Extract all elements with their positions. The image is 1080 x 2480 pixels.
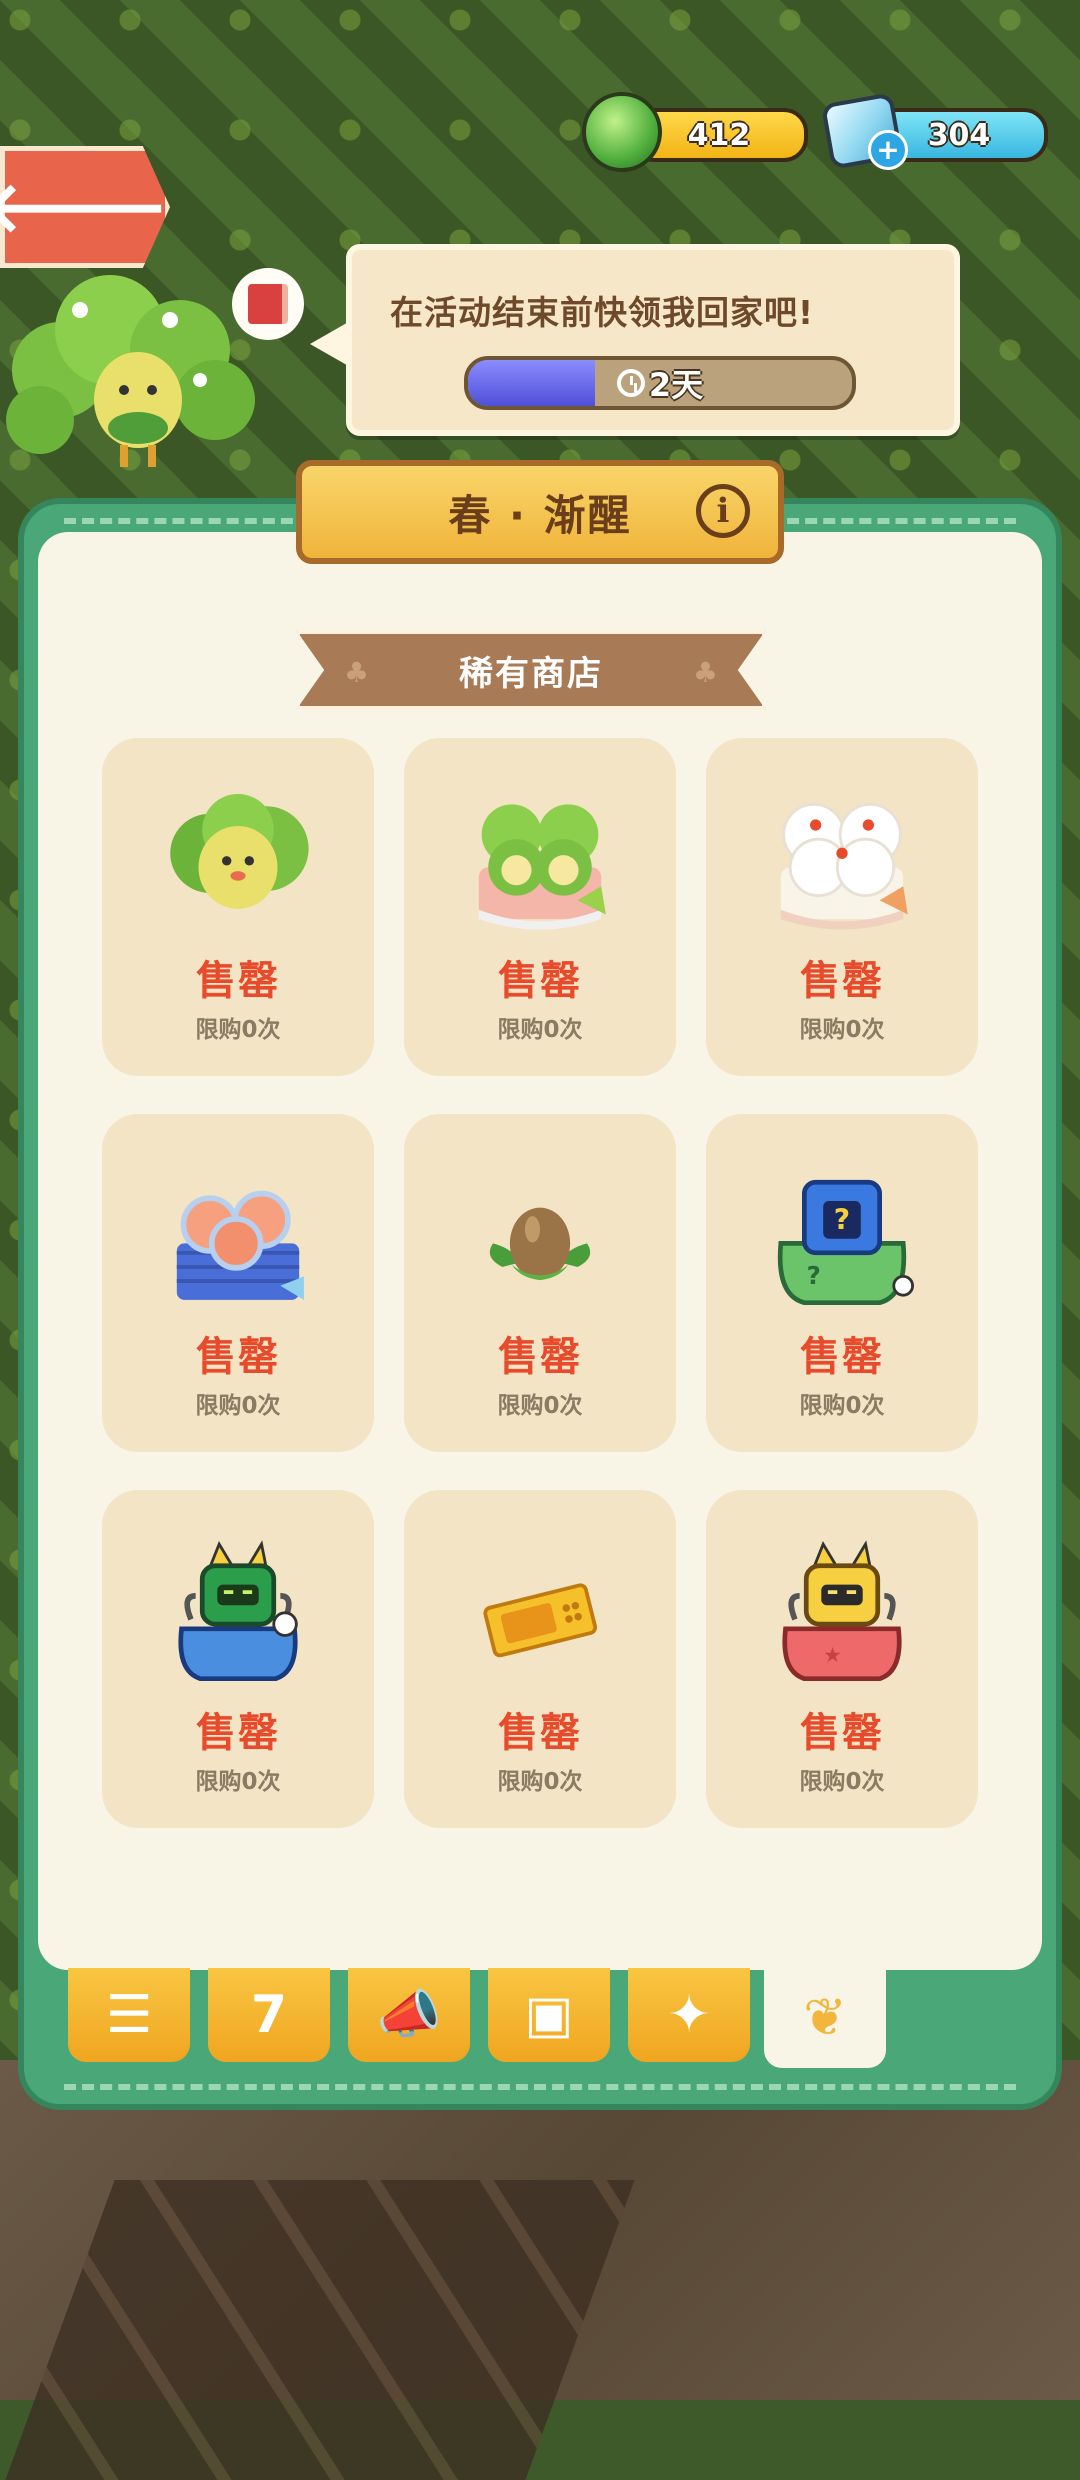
list-icon: ☰	[105, 1985, 153, 2045]
shop-item-card[interactable]: ★ 售罄限购0次	[706, 1490, 978, 1828]
sold-out-label: 售罄	[196, 1710, 280, 1756]
event-timer-label: 2天	[468, 360, 852, 406]
purchase-limit-label: 限购0次	[195, 1769, 281, 1795]
mystery-gift-bag-icon: ??	[777, 1179, 914, 1306]
gem-value: 304	[927, 117, 991, 153]
event-timer-bar: 2天	[464, 356, 856, 410]
sold-out-label: 售罄	[800, 1710, 884, 1756]
shop-title-ribbon: ♣ 稀有商店 ♣	[296, 630, 766, 710]
purchase-limit-label: 限购0次	[497, 1393, 583, 1419]
game-background-floor	[0, 2060, 1080, 2400]
sold-out-label: 售罄	[498, 1334, 582, 1380]
cards-icon: ▣	[524, 1985, 574, 2045]
tab-gift[interactable]: ✦	[628, 1968, 750, 2062]
svg-text:?: ?	[807, 1261, 821, 1290]
back-arrow-icon: 🡐	[0, 166, 169, 248]
mascot-chick	[94, 352, 182, 467]
sold-out-label: 售罄	[800, 1334, 884, 1380]
hazelnut-icon	[489, 1207, 591, 1281]
tab-cards[interactable]: ▣	[488, 1968, 610, 2062]
panel-stitch-bottom	[64, 2084, 1016, 2090]
shop-item-card[interactable]: 售罄限购0次	[404, 1490, 676, 1828]
purchase-limit-label: 限购0次	[497, 1017, 583, 1043]
tab-leaf[interactable]: ❦	[764, 1968, 886, 2068]
add-gems-button[interactable]: +	[868, 130, 908, 170]
purchase-limit-label: 限购0次	[195, 1393, 281, 1419]
peach-fruit-basket-icon	[176, 1190, 304, 1300]
shop-item-card[interactable]: 售罄限购0次	[404, 738, 676, 1076]
tab-list[interactable]: ☰	[68, 1968, 190, 2062]
svg-text:★: ★	[823, 1643, 842, 1667]
gift-icon: ✦	[667, 1985, 711, 2045]
shop-item-card[interactable]: 售罄限购0次	[102, 1114, 374, 1452]
event-title: 春 · 渐醒	[448, 490, 632, 540]
calendar-icon: 7	[250, 1985, 288, 2045]
shop-item-card[interactable]: 售罄限购0次	[404, 1114, 676, 1452]
sold-out-label: 售罄	[498, 1710, 582, 1756]
golden-ticket-icon	[483, 1583, 598, 1658]
green-bush-chick-icon	[170, 794, 309, 909]
white-bush-chick-bundle-icon	[780, 802, 908, 930]
svg-text:?: ?	[834, 1203, 850, 1236]
speech-message: 在活动结束前快领我回家吧!	[390, 293, 815, 332]
shop-title: 稀有商店	[459, 653, 603, 694]
info-icon[interactable]: i	[696, 484, 750, 538]
story-book-button[interactable]	[232, 268, 304, 340]
sold-out-label: 售罄	[498, 958, 582, 1004]
event-title-banner: 春 · 渐醒 i	[296, 460, 784, 564]
shop-item-card[interactable]: 售罄限购0次	[706, 738, 978, 1076]
purchase-limit-label: 限购0次	[497, 1769, 583, 1795]
shop-item-card[interactable]: 售罄限购0次	[102, 738, 374, 1076]
leaf-icon: ❦	[803, 1988, 847, 2048]
event-timer-text: 2天	[648, 366, 704, 404]
clover-icon: ♣	[692, 656, 718, 689]
clover-icon: ♣	[344, 656, 370, 689]
blue-robot-cat-bag-icon	[178, 1540, 298, 1682]
shop-item-card[interactable]: 售罄限购0次	[102, 1490, 374, 1828]
tab-megaphone[interactable]: 📣	[348, 1968, 470, 2062]
purchase-limit-label: 限购0次	[195, 1017, 281, 1043]
book-icon	[248, 284, 288, 324]
shop-item-card[interactable]: ?? 售罄限购0次	[706, 1114, 978, 1452]
sold-out-label: 售罄	[196, 958, 280, 1004]
purchase-limit-label: 限购0次	[799, 1017, 885, 1043]
clock-icon	[616, 369, 645, 397]
coin-icon	[582, 92, 662, 172]
speech-bubble: 在活动结束前快领我回家吧! 2天	[310, 244, 960, 436]
red-robot-cat-bag-icon: ★	[782, 1540, 902, 1682]
coin-value: 412	[687, 117, 751, 153]
green-bush-chick-bundle-icon	[478, 804, 606, 930]
purchase-limit-label: 限购0次	[799, 1393, 885, 1419]
sold-out-label: 售罄	[800, 958, 884, 1004]
purchase-limit-label: 限购0次	[799, 1769, 885, 1795]
tab-calendar[interactable]: 7	[208, 1968, 330, 2062]
megaphone-icon: 📣	[376, 1985, 442, 2045]
sold-out-label: 售罄	[196, 1334, 280, 1380]
